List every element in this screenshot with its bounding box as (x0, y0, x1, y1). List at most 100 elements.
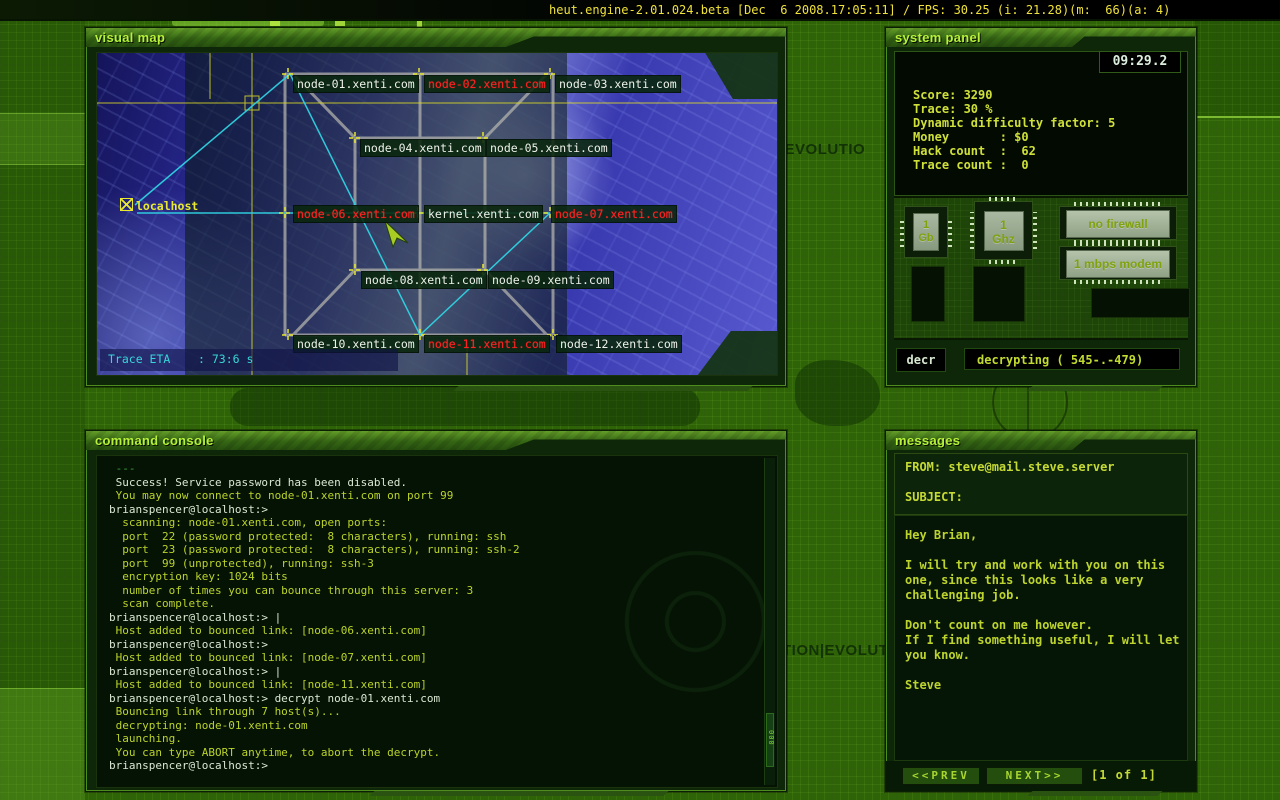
console-title: command console (95, 433, 214, 448)
chip-pins (989, 197, 1018, 201)
chip-pins (989, 260, 1018, 264)
visual-map-panel: visual map node-01.xenti.comnode-02.xent (85, 27, 787, 387)
map-node[interactable]: node-07.xenti.com (551, 205, 677, 223)
empty-slot (911, 266, 945, 322)
action-row: decr decrypting ( 545-.-479) (886, 341, 1196, 386)
map-node[interactable]: node-06.xenti.com (293, 205, 419, 223)
scroll-handle-label: 000 (767, 730, 775, 746)
console-line: port 23 (password protected: 8 character… (109, 543, 757, 557)
console-line: scan complete. (109, 597, 757, 611)
mission-timer: 09:29.2 (1099, 51, 1181, 73)
command-console-panel: command console --- Success! Service pas… (85, 430, 787, 792)
system-panel: system panel Score: 3290Trace: 30 %Dynam… (885, 27, 1197, 387)
system-panel-header: system panel (886, 28, 1196, 47)
chip-pins (1074, 280, 1162, 284)
console-line: --- (109, 462, 757, 476)
message-line: Don't count on me however. (905, 618, 1177, 633)
chip-pins (970, 212, 974, 249)
bg-worldmap-blob (795, 360, 880, 426)
console-line: Success! Service password has been disab… (109, 476, 757, 490)
network-map[interactable]: node-01.xenti.com node-02.xenti.com node-0… (96, 52, 778, 376)
console-line: brianspencer@localhost:> (109, 638, 757, 652)
system-panel-title: system panel (895, 30, 981, 45)
map-node[interactable]: kernel.xenti.com (424, 205, 543, 223)
bg-worldmap-blob (230, 388, 700, 426)
bg-topleft-tile (0, 113, 85, 165)
message-nav: <<PREV NEXT>> [1 of 1] (886, 761, 1196, 791)
message-line: I will try and work with you on this (905, 558, 1177, 573)
map-node[interactable]: node-04.xenti.com (360, 139, 486, 157)
panel-tab (454, 386, 753, 391)
decrypt-action-button[interactable]: decr (896, 348, 946, 372)
map-node[interactable]: node-01.xenti.com (293, 75, 419, 93)
console-line: launching. (109, 732, 757, 746)
stat-line: Trace: 30 % (913, 102, 1187, 116)
map-node[interactable]: node-05.xenti.com (486, 139, 612, 157)
empty-slot (1091, 288, 1190, 318)
console-line: brianspencer@localhost:> | (109, 665, 757, 679)
panel-tab (370, 791, 669, 796)
message-body[interactable]: Hey Brian, I will try and work with you … (894, 515, 1188, 761)
chip-pins (900, 217, 904, 247)
cpu-value: 1 (1000, 218, 1007, 232)
bg-bottomleft-tile (0, 688, 85, 800)
stat-line: Trace count : 0 (913, 158, 1187, 172)
map-node[interactable]: node-03.xenti.com (555, 75, 681, 93)
console-scroll-handle[interactable]: 000 (766, 713, 774, 767)
panel-tab (1027, 791, 1162, 796)
console-line: You may now connect to node-01.xenti.com… (109, 489, 757, 503)
prev-message-button[interactable]: <<PREV (902, 767, 980, 785)
message-envelope: FROM: steve@mail.steve.server SUBJECT: (894, 453, 1188, 515)
map-node[interactable]: node-12.xenti.com (556, 335, 682, 353)
console-line: brianspencer@localhost:> | (109, 611, 757, 625)
console-line: port 22 (password protected: 8 character… (109, 530, 757, 544)
memory-unit: Gb (918, 232, 933, 244)
decrypt-status: decrypting ( 545-.-479) (964, 348, 1180, 370)
map-node[interactable]: node-02.xenti.com (424, 75, 550, 93)
next-message-button[interactable]: NEXT>> (986, 767, 1083, 785)
stat-line: Money : $0 (913, 130, 1187, 144)
modem-chip[interactable]: 1 mbps modem (1059, 246, 1177, 280)
localhost-icon (120, 198, 133, 211)
map-node-localhost[interactable]: localhost (117, 197, 201, 214)
cpu-chip[interactable]: 1Ghz (974, 201, 1033, 260)
console-line: scanning: node-01.xenti.com, open ports: (109, 516, 757, 530)
cpu-unit: Ghz (992, 232, 1015, 246)
chip-pins (1074, 202, 1162, 206)
game-screen: TION|EVOLUTIO TION|EVOLUTION heut.engine… (0, 0, 1280, 800)
map-node[interactable]: node-09.xenti.com (488, 271, 614, 289)
chip-pins (948, 217, 952, 247)
console-line: brianspencer@localhost:> (109, 503, 757, 517)
visual-map-header: visual map (86, 28, 786, 47)
console-line: Host added to bounced link: [node-11.xen… (109, 678, 757, 692)
message-line: challenging job. (905, 588, 1177, 603)
message-line: Steve (905, 678, 1177, 693)
message-line: you know. (905, 648, 1177, 663)
terminal-output[interactable]: --- Success! Service password has been d… (96, 455, 778, 788)
firewall-chip[interactable]: no firewall (1059, 206, 1177, 240)
map-node[interactable]: node-11.xenti.com (424, 335, 550, 353)
modem-label: 1 mbps modem (1066, 250, 1170, 278)
console-line: decrypting: node-01.xenti.com (109, 719, 757, 733)
map-node[interactable]: node-08.xenti.com (361, 271, 487, 289)
memory-chip[interactable]: 1Gb (904, 206, 948, 258)
firewall-label: no firewall (1066, 210, 1170, 238)
console-line: Host added to bounced link: [node-07.xen… (109, 651, 757, 665)
message-line (905, 663, 1177, 678)
console-line: encryption key: 1024 bits (109, 570, 757, 584)
hardware-board: 1Gb 1Ghz no firewall 1 mbps modem (894, 196, 1188, 340)
map-trace-eta: Trace ETA : 73:6 s (100, 349, 398, 371)
memory-value: 1 (923, 219, 929, 231)
chip-pins (1074, 242, 1162, 246)
message-line: Hey Brian, (905, 528, 1177, 543)
message-subject: SUBJECT: (905, 490, 963, 504)
console-scrollbar[interactable]: 000 (764, 458, 775, 785)
message-line (905, 543, 1177, 558)
visual-map-title: visual map (95, 30, 165, 45)
message-from: FROM: steve@mail.steve.server (905, 460, 1115, 474)
console-header: command console (86, 431, 786, 450)
console-line: port 99 (unprotected), running: ssh-3 (109, 557, 757, 571)
console-line: Bouncing link through 7 host(s)... (109, 705, 757, 719)
message-page-indicator: [1 of 1] (1091, 768, 1157, 782)
message-line: one, since this looks like a very (905, 573, 1177, 588)
